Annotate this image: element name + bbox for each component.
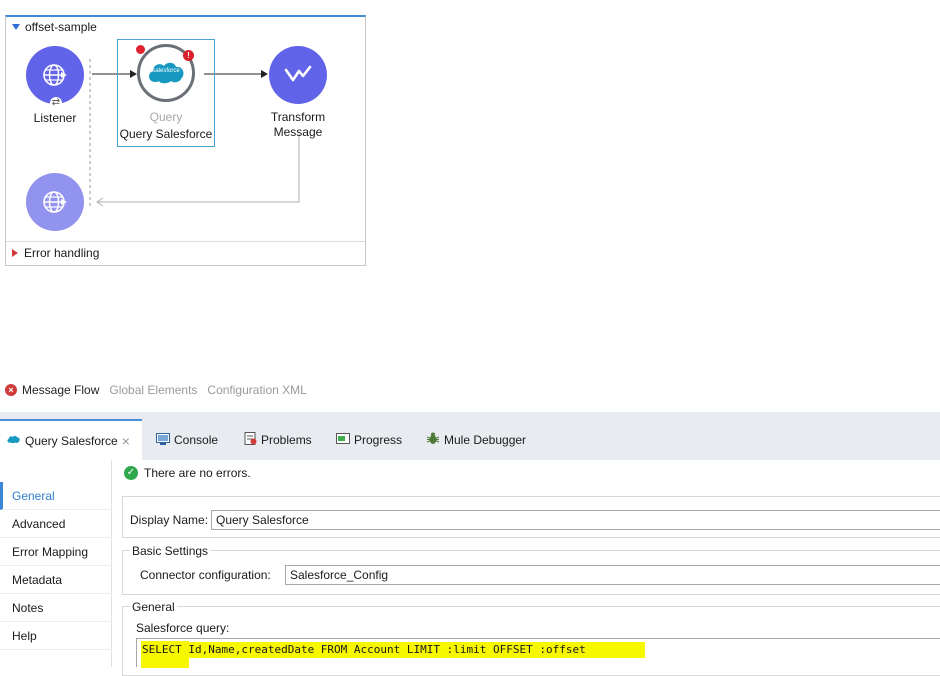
transform-message-node[interactable] [269, 46, 327, 104]
transform-label: Transform Message [254, 110, 342, 140]
sidebar-item-metadata[interactable]: Metadata [0, 566, 112, 594]
salesforce-query-editor[interactable]: SELECT Id,Name,createdDate FROM Account … [136, 638, 940, 668]
basic-settings-title: Basic Settings [130, 544, 211, 558]
tab-console[interactable]: Console [156, 420, 218, 460]
tab-progress-label: Progress [354, 433, 403, 447]
sidebar-item-error-mapping[interactable]: Error Mapping [0, 538, 112, 566]
error-handling-row[interactable]: Error handling [12, 246, 99, 260]
tab-mule-debugger-label: Mule Debugger [444, 433, 527, 447]
properties-content: ✓ There are no errors. Display Name: Que… [112, 460, 940, 676]
dataweave-icon [284, 65, 312, 82]
status-row: ✓ There are no errors. [124, 466, 251, 480]
console-icon [156, 432, 170, 448]
sidebar-item-notes[interactable]: Notes [0, 594, 112, 622]
error-handling-label: Error handling [24, 246, 100, 260]
tab-query-salesforce-label: Query Salesforce [25, 433, 118, 448]
error-handling-divider [6, 241, 365, 242]
globe-icon [43, 191, 67, 213]
sidebar-item-help[interactable]: Help [0, 622, 112, 650]
progress-icon [336, 433, 350, 447]
salesforce-cloud-icon [6, 434, 21, 448]
problems-icon [244, 432, 257, 448]
tab-progress[interactable]: Progress [336, 420, 402, 460]
expand-arrow-icon[interactable] [12, 249, 18, 257]
display-name-field[interactable]: Query Salesforce [211, 510, 940, 530]
listener-node[interactable] [26, 46, 84, 104]
transform-label-line2: Message [273, 125, 323, 139]
listener-label: Listener [33, 111, 77, 125]
sync-icon: ⇄ [50, 97, 62, 109]
arrow-head-transform [261, 70, 268, 78]
globe-icon [43, 64, 67, 86]
sidebar-item-general[interactable]: General [0, 482, 112, 510]
tab-global-elements[interactable]: Global Elements [109, 383, 197, 397]
general-title: General [130, 600, 177, 614]
panel-tab-bar: Query Salesforce × Console Problems Prog… [0, 412, 940, 460]
connector-config-label: Connector configuration: [140, 568, 271, 582]
sidebar-item-advanced[interactable]: Advanced [0, 510, 112, 538]
flow-canvas: offset-sample ⇄ Listener salesforce ! Qu… [5, 15, 366, 266]
tab-configuration-xml[interactable]: Configuration XML [207, 383, 306, 397]
tab-mule-debugger[interactable]: Mule Debugger [426, 420, 526, 460]
error-x-icon: × [5, 384, 17, 396]
query-salesforce-label: Query Salesforce [119, 127, 213, 141]
salesforce-query-text[interactable]: SELECT Id,Name,createdDate FROM Account … [142, 643, 586, 656]
tab-console-label: Console [174, 433, 219, 447]
transform-label-line1: Transform [270, 110, 326, 124]
close-icon[interactable]: × [122, 433, 130, 449]
editor-tabs: × Message Flow Global Elements Configura… [5, 383, 317, 397]
check-icon: ✓ [124, 466, 138, 480]
properties-sidebar: General Advanced Error Mapping Metadata … [0, 460, 112, 667]
salesforce-query-label: Salesforce query: [136, 621, 230, 635]
bug-icon [426, 432, 440, 448]
connector-config-field[interactable]: Salesforce_Config [285, 565, 940, 585]
display-name-label: Display Name: [130, 513, 209, 527]
salesforce-badge-text: salesforce [152, 68, 180, 74]
error-marker-icon[interactable]: ! [183, 50, 194, 61]
breakpoint-icon[interactable] [136, 45, 145, 54]
tab-problems[interactable]: Problems [244, 420, 312, 460]
status-text: There are no errors. [144, 466, 251, 480]
tab-message-flow[interactable]: Message Flow [22, 383, 99, 397]
query-top-label: Query [149, 110, 183, 124]
tab-problems-label: Problems [261, 433, 312, 447]
tab-query-salesforce[interactable]: Query Salesforce × [0, 419, 142, 460]
listener-response-node[interactable] [26, 173, 84, 231]
